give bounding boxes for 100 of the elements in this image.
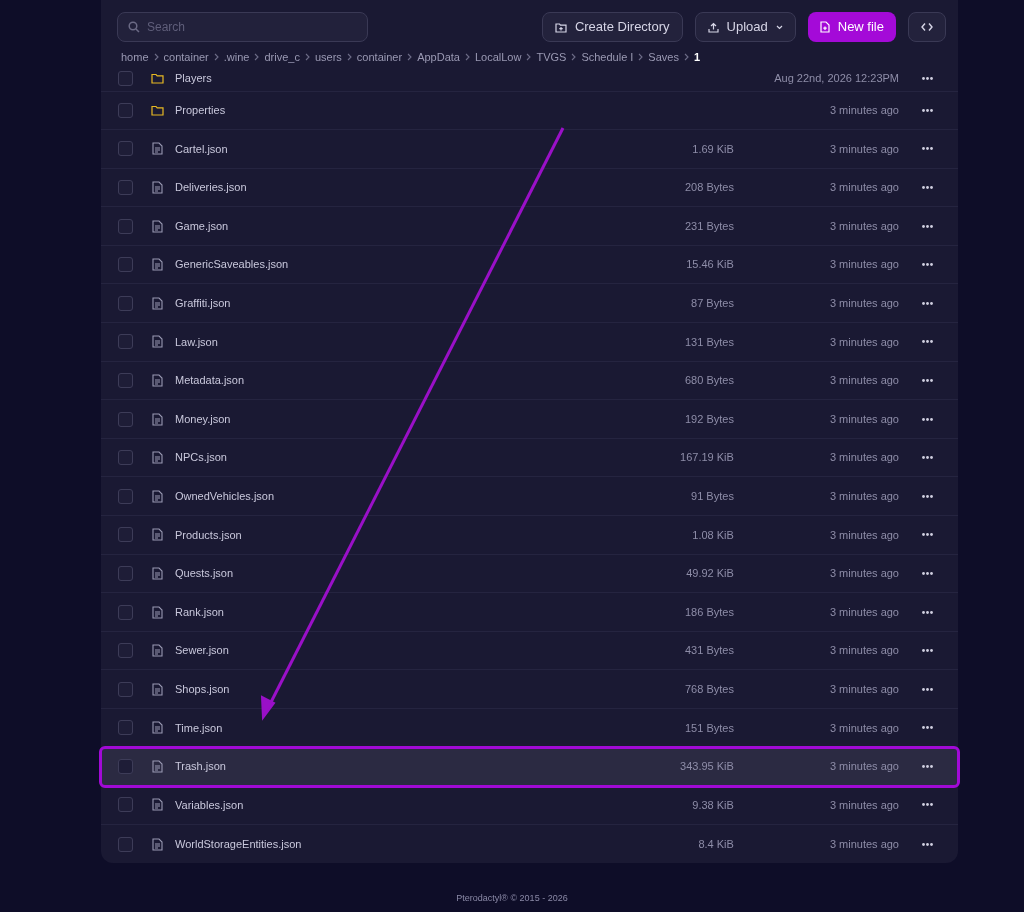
row-checkbox[interactable] [118,527,133,543]
more-options-icon[interactable] [922,108,933,112]
file-size: 431 Bytes [684,643,734,659]
breadcrumb-link[interactable]: Saves [648,49,679,66]
more-options-icon[interactable] [922,340,933,344]
more-options-icon[interactable] [922,417,933,421]
file-icon [152,528,163,542]
more-options-icon[interactable] [922,76,933,80]
file-row[interactable]: OwnedVehicles.json 91 Bytes 3 minutes ago [101,477,958,517]
row-checkbox[interactable] [118,450,133,466]
modified-date: 3 minutes ago [829,180,899,196]
file-row[interactable]: GenericSaveables.json 15.46 KiB 3 minutes ago [101,245,958,285]
file-row[interactable]: Law.json 131 Bytes 3 minutes ago [101,323,958,362]
breadcrumb-link[interactable]: home [121,49,149,66]
more-options-icon[interactable] [922,803,933,807]
file-row[interactable]: WorldStorageEntities.json 8.4 KiB 3 minutes ago [101,824,958,864]
row-checkbox[interactable] [118,180,133,195]
more-options-icon[interactable] [922,533,933,537]
file-row[interactable]: Deliveries.json 208 Bytes 3 minutes ago [101,168,958,208]
breadcrumb-link[interactable]: Schedule I [581,49,634,66]
file-size: 9.38 KiB [692,797,734,813]
file-row[interactable]: Variables.json 9.38 KiB 3 minutes ago [101,786,958,825]
file-icon [152,721,163,735]
file-row[interactable]: Graffiti.json 87 Bytes 3 minutes ago [101,284,958,324]
more-options-icon[interactable] [922,687,933,691]
more-options-icon[interactable] [922,301,933,305]
file-name: Trash.json [175,759,226,775]
row-checkbox[interactable] [118,681,133,697]
row-checkbox[interactable] [118,102,133,118]
row-checkbox[interactable] [118,334,133,350]
more-options-icon[interactable] [922,186,933,189]
row-checkbox[interactable] [118,797,133,813]
row-checkbox[interactable] [118,643,133,659]
file-row[interactable]: Properties 3 minutes ago [101,91,958,131]
breadcrumb-link[interactable]: AppData [417,49,460,66]
file-size: 768 Bytes [684,681,734,697]
file-row[interactable]: Money.json 192 Bytes 3 minutes ago [101,400,958,439]
row-checkbox[interactable] [118,488,133,504]
new-file-button[interactable]: New file [807,12,896,42]
more-options-icon[interactable] [922,649,933,653]
file-name: Rank.json [175,604,224,620]
row-checkbox[interactable] [118,372,133,388]
upload-icon [707,21,719,33]
more-options-icon[interactable] [922,764,933,768]
more-options-icon[interactable] [922,610,933,614]
file-row[interactable]: Game.json 231 Bytes 3 minutes ago [101,207,958,246]
row-checkbox[interactable] [118,604,133,620]
breadcrumb-link[interactable]: users [314,49,342,66]
more-options-icon[interactable] [922,726,933,730]
more-options-icon[interactable] [922,378,933,382]
file-name: Quests.json [175,566,234,582]
file-row[interactable]: Sewer.json 431 Bytes 3 minutes ago [101,631,958,671]
file-row[interactable]: Shops.json 768 Bytes 3 minutes ago [101,670,958,709]
more-options-icon[interactable] [922,147,933,151]
file-size: 343.95 KiB [680,759,734,775]
file-row[interactable]: Players Aug 22nd, 2026 12:23PM [101,65,958,92]
breadcrumb-link[interactable]: .wine [223,49,250,66]
file-row[interactable]: Cartel.json 1.69 KiB 3 minutes ago [101,130,958,169]
create-directory-button[interactable]: Create Directory [541,12,683,42]
row-checkbox[interactable] [118,411,133,427]
row-checkbox[interactable] [118,257,133,273]
modified-date: 3 minutes ago [829,836,899,852]
row-checkbox[interactable] [118,836,133,852]
modified-date: 3 minutes ago [829,257,899,273]
more-options-icon[interactable] [922,494,933,498]
chevron-icon [346,53,352,62]
modified-date: 3 minutes ago [829,141,899,157]
modified-date: 3 minutes ago [829,604,899,620]
more-options-icon[interactable] [922,571,933,575]
file-row[interactable]: Trash.json 343.95 KiB 3 minutes ago [101,747,958,787]
chevron-icon [213,53,219,62]
code-button[interactable] [908,12,946,42]
more-options-icon[interactable] [922,456,933,460]
file-row[interactable]: Products.json 1.08 KiB 3 minutes ago [101,516,958,555]
breadcrumb-link[interactable]: LocalLow [474,49,522,66]
row-checkbox[interactable] [118,218,133,234]
row-checkbox[interactable] [118,720,133,736]
breadcrumb-link[interactable]: container [356,49,403,66]
breadcrumb-link[interactable]: container [163,49,209,66]
file-name: Metadata.json [175,373,245,389]
modified-date: 3 minutes ago [829,566,899,582]
file-row[interactable]: Rank.json 186 Bytes 3 minutes ago [101,593,958,632]
file-row[interactable]: NPCs.json 167.19 KiB 3 minutes ago [101,438,958,478]
row-checkbox[interactable] [118,70,133,86]
file-name: Cartel.json [175,141,228,157]
more-options-icon[interactable] [922,263,933,267]
more-options-icon[interactable] [922,842,933,846]
breadcrumb-link[interactable]: TVGS [536,49,567,66]
search-field[interactable]: Search [117,12,368,42]
chevron-icon [683,53,689,62]
breadcrumb-link[interactable]: drive_c [264,49,300,66]
more-options-icon[interactable] [922,224,933,228]
file-name: Products.json [175,527,242,543]
row-checkbox[interactable] [118,295,133,311]
row-checkbox[interactable] [118,565,133,581]
upload-button[interactable]: Upload [694,12,796,42]
row-checkbox[interactable] [118,141,133,157]
file-row[interactable]: Quests.json 49.92 KiB 3 minutes ago [101,554,958,594]
row-checkbox[interactable] [118,758,133,774]
file-row[interactable]: Metadata.json 680 Bytes 3 minutes ago [101,361,958,401]
